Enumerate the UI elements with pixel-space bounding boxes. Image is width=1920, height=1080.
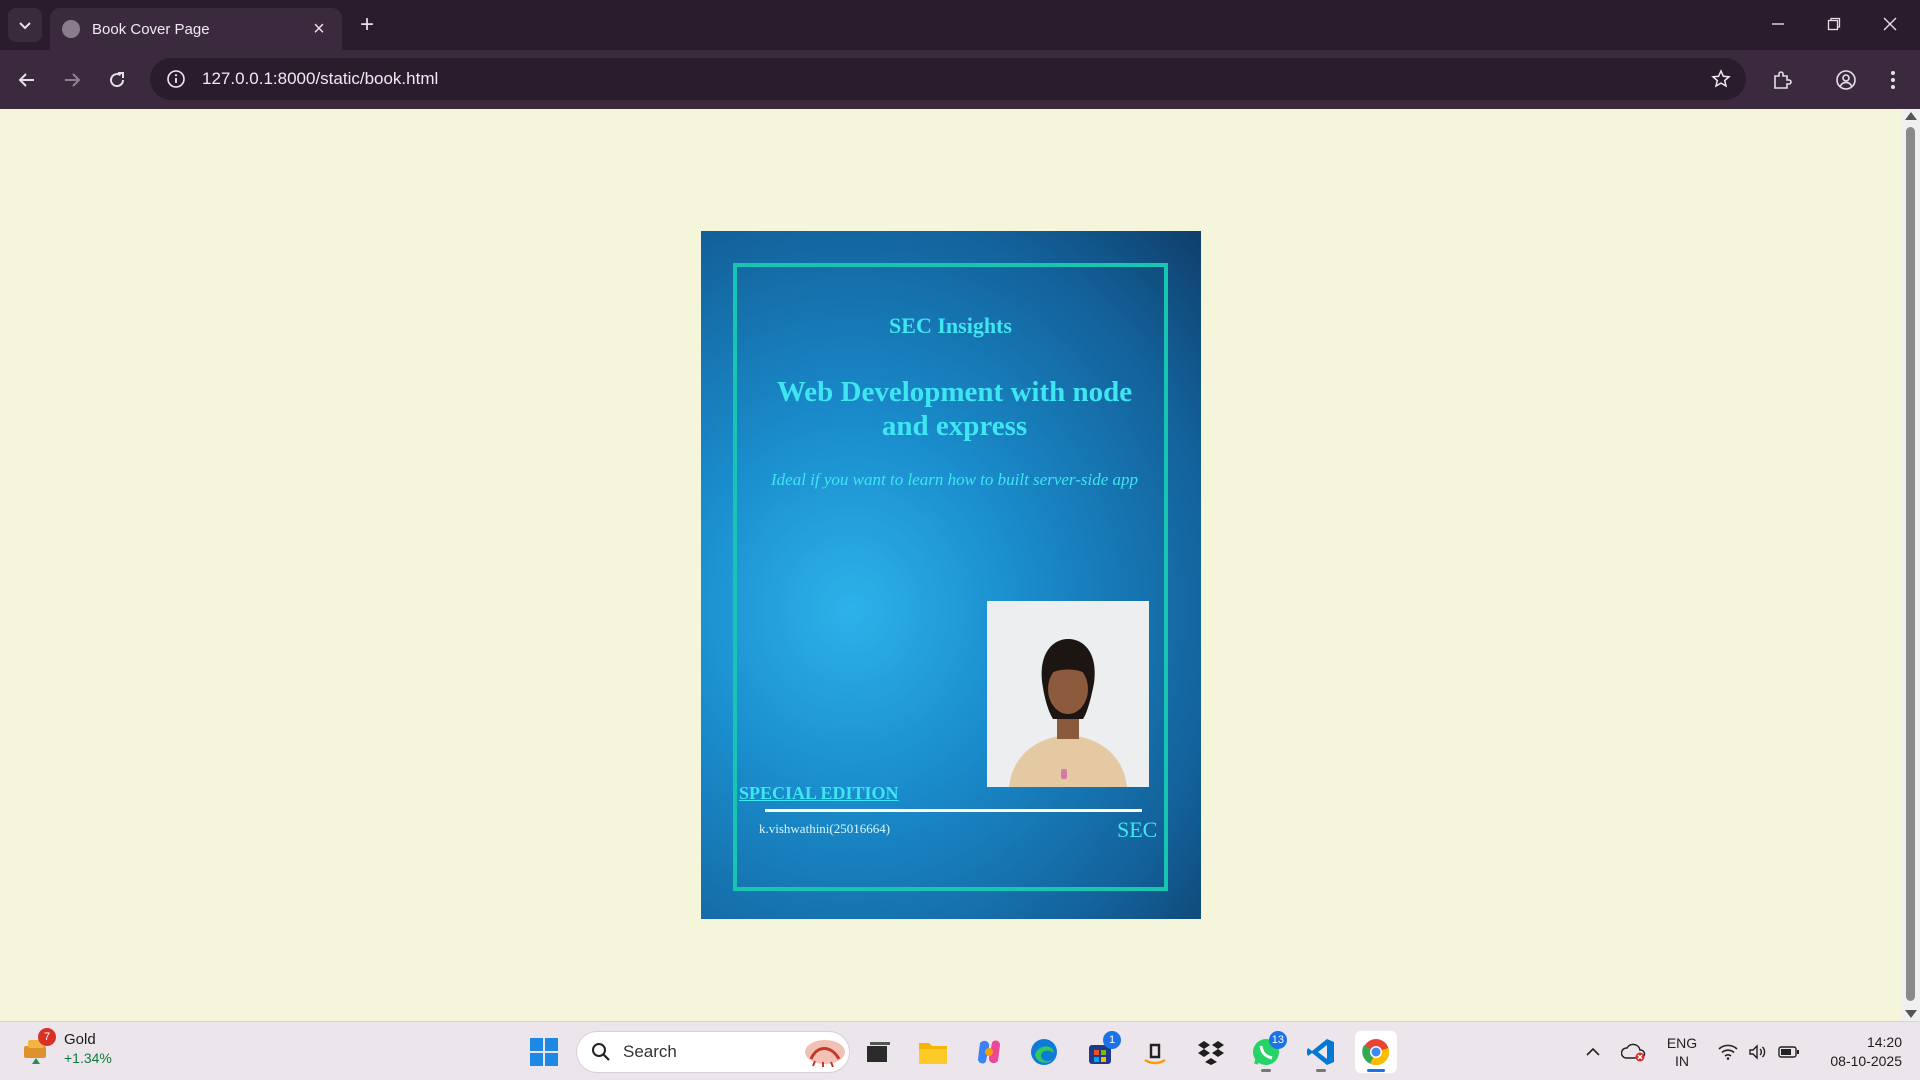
windows-logo-icon: [530, 1038, 558, 1066]
store-badge: 1: [1103, 1031, 1121, 1049]
gold-widget-icon: 7: [20, 1028, 56, 1066]
wifi-icon: [1718, 1044, 1738, 1060]
vertical-scrollbar[interactable]: [1901, 109, 1920, 1021]
author-photo: [987, 601, 1149, 787]
chevron-up-icon: [1586, 1047, 1600, 1056]
file-explorer-button[interactable]: [912, 1031, 954, 1073]
series-title: SEC Insights: [889, 313, 1012, 338]
close-icon: [1883, 17, 1897, 31]
search-placeholder: Search: [623, 1042, 677, 1061]
book-title: Web Development with node and express: [776, 376, 1133, 442]
author-name: k.vishwathini(25016664): [759, 821, 891, 836]
profile-button[interactable]: [1830, 64, 1862, 96]
tab-search-button[interactable]: [8, 8, 42, 42]
folder-icon: [919, 1043, 947, 1064]
scroll-thumb[interactable]: [1906, 127, 1915, 1001]
scroll-up-arrow-icon[interactable]: [1905, 112, 1917, 120]
back-button[interactable]: [11, 64, 43, 96]
close-window-button[interactable]: [1862, 0, 1918, 48]
search-highlight-icon: [805, 1040, 845, 1067]
vscode-button[interactable]: [1300, 1031, 1342, 1073]
special-edition-label: SPECIAL EDITION: [739, 783, 899, 803]
chevron-down-icon: [19, 22, 31, 30]
restore-button[interactable]: [1806, 0, 1862, 48]
amazon-button[interactable]: [1134, 1031, 1176, 1073]
whatsapp-button[interactable]: 13: [1245, 1031, 1287, 1073]
copilot-icon: [978, 1040, 1000, 1064]
cover-border: SEC Insights Web Development with node a…: [733, 263, 1168, 891]
microsoft-store-button[interactable]: 1: [1079, 1031, 1121, 1073]
info-icon[interactable]: [164, 67, 188, 91]
tab-title: Book Cover Page: [92, 20, 210, 38]
show-hidden-icons-button[interactable]: [1580, 1022, 1606, 1080]
region-code: IN: [1675, 1052, 1689, 1069]
tab-book-cover[interactable]: Book Cover Page ×: [50, 8, 342, 50]
menu-button[interactable]: [1877, 64, 1909, 96]
extensions-button[interactable]: [1766, 64, 1798, 96]
reload-button[interactable]: [101, 64, 133, 96]
url-text[interactable]: 127.0.0.1:8000/static/book.html: [202, 69, 1706, 89]
volume-icon: [1749, 1043, 1766, 1060]
tab-strip: Book Cover Page × +: [0, 0, 1920, 50]
globe-icon: [62, 20, 80, 38]
language-code: ENG: [1666, 1034, 1698, 1051]
language-indicator[interactable]: ENG IN: [1660, 1022, 1704, 1080]
new-tab-button[interactable]: +: [352, 10, 382, 40]
amazon-icon: [1144, 1043, 1166, 1065]
widget-badge: 7: [38, 1028, 56, 1046]
edge-icon: [1031, 1039, 1057, 1065]
running-indicator: [1316, 1069, 1326, 1072]
clock-date: 08-10-2025: [1830, 1052, 1902, 1069]
chrome-button[interactable]: [1355, 1031, 1397, 1073]
kebab-menu-icon: [1891, 71, 1895, 89]
address-bar[interactable]: 127.0.0.1:8000/static/book.html: [150, 58, 1746, 100]
onedrive-status-button[interactable]: [1618, 1022, 1650, 1080]
vscode-icon: [1307, 1039, 1334, 1065]
minimize-button[interactable]: [1750, 0, 1806, 48]
divider-line: [765, 809, 1142, 812]
quick-settings-button[interactable]: [1715, 1022, 1803, 1080]
book-cover: SEC Insights Web Development with node a…: [701, 231, 1201, 919]
edge-button[interactable]: [1023, 1031, 1065, 1073]
cloud-error-icon: [1621, 1043, 1646, 1061]
copilot-button[interactable]: [968, 1031, 1010, 1073]
publisher-name: SEC: [1117, 817, 1158, 842]
clock-time: 14:20: [1866, 1033, 1902, 1050]
browser-toolbar: 127.0.0.1:8000/static/book.html: [0, 50, 1920, 109]
task-view-icon: [867, 1042, 890, 1062]
bookmark-star-icon[interactable]: [1706, 64, 1736, 94]
dropbox-icon: [1198, 1041, 1224, 1065]
forward-button[interactable]: [56, 64, 88, 96]
profile-icon: [1836, 70, 1856, 90]
arrow-left-icon: [18, 73, 34, 87]
puzzle-icon: [1774, 71, 1792, 89]
widget-title: Gold: [64, 1031, 96, 1048]
start-button[interactable]: [523, 1031, 565, 1073]
chrome-icon: [1362, 1039, 1390, 1066]
widget-change: +1.34%: [64, 1050, 112, 1066]
running-indicator: [1261, 1069, 1271, 1072]
battery-icon: [1778, 1045, 1799, 1058]
taskbar-search[interactable]: Search: [576, 1031, 850, 1073]
book-subtitle: Ideal if you want to learn how to built …: [770, 470, 1138, 489]
dropbox-button[interactable]: [1190, 1031, 1232, 1073]
scroll-down-arrow-icon[interactable]: [1905, 1010, 1917, 1018]
task-view-button[interactable]: [857, 1031, 899, 1073]
minimize-icon: [1772, 23, 1784, 25]
taskbar: 7 Gold +1.34% Search 1 13 ENG IN 14:20 0…: [0, 1021, 1920, 1080]
active-indicator: [1367, 1069, 1385, 1072]
arrow-right-icon: [65, 73, 81, 87]
reload-icon: [110, 72, 125, 88]
search-icon: [592, 1043, 610, 1061]
restore-icon: [1827, 17, 1841, 31]
close-icon[interactable]: ×: [308, 18, 330, 40]
page-viewport: SEC Insights Web Development with node a…: [0, 109, 1901, 1021]
clock[interactable]: 14:20 08-10-2025: [1810, 1022, 1902, 1080]
whatsapp-badge: 13: [1268, 1031, 1287, 1049]
weather-widget[interactable]: 7 Gold +1.34%: [20, 1028, 112, 1068]
